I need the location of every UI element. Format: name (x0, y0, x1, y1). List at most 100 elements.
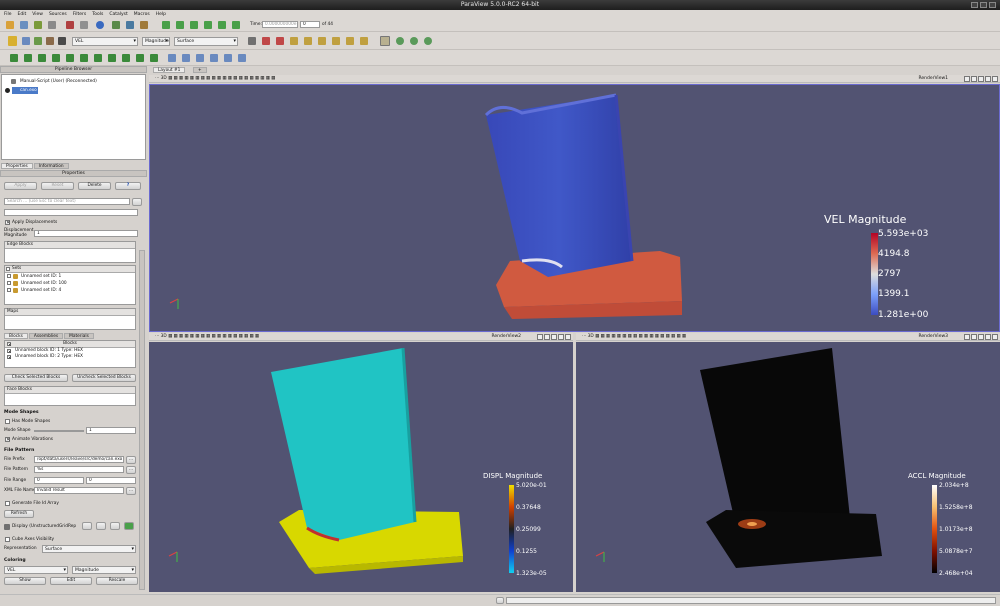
rotate-minus-90-icon[interactable] (360, 37, 368, 45)
representation-select[interactable]: Surface (42, 545, 136, 553)
macro-icon[interactable] (112, 21, 120, 29)
set-view-plus-x-icon[interactable] (262, 37, 270, 45)
color-array-combo[interactable]: VEL (72, 37, 138, 46)
warp-vector-filter-icon[interactable] (122, 54, 130, 62)
representation-combo[interactable]: Surface (174, 37, 238, 46)
displacement-magnitude-input[interactable]: 1 (34, 230, 138, 237)
menu-view[interactable]: View (32, 12, 43, 17)
calculator-filter-icon[interactable] (10, 54, 18, 62)
mode-shape-slider[interactable] (34, 430, 84, 432)
edit-color-map-icon[interactable] (22, 37, 30, 45)
menu-edit[interactable]: Edit (18, 12, 27, 17)
menu-tools[interactable]: Tools (92, 12, 103, 17)
check-selected-blocks-button[interactable]: Check Selected Blocks (4, 374, 68, 382)
menu-catalyst[interactable]: Catalyst (109, 12, 127, 17)
close-button[interactable] (989, 2, 996, 8)
property-combo-strip[interactable] (4, 209, 138, 216)
spreadsheet-icon[interactable] (196, 54, 204, 62)
pipeline-server-item[interactable]: Manual-Script (User) (Reconnected) (20, 79, 97, 84)
generate-file-id-checkbox[interactable] (5, 501, 10, 506)
menu-macros[interactable]: Macros (134, 12, 150, 17)
face-blocks-list[interactable]: Face Blocks (4, 386, 136, 406)
menu-help[interactable]: Help (156, 12, 166, 17)
file-prefix-browse-button[interactable]: … (126, 456, 136, 464)
disconnect-icon[interactable] (48, 21, 56, 29)
set-view-minus-z-icon[interactable] (332, 37, 340, 45)
view2-buttons[interactable] (537, 334, 571, 340)
rotate-90-icon[interactable] (346, 37, 354, 45)
time-index-spinbox[interactable]: 0 (300, 21, 320, 28)
file-range-start-input[interactable]: 0 (34, 477, 84, 484)
tab-assemblies[interactable]: Assemblies (28, 333, 64, 339)
display-copy-button[interactable] (82, 522, 92, 530)
view1-buttons[interactable] (964, 76, 998, 82)
center-axes-icon[interactable] (396, 37, 404, 45)
view3-buttons[interactable] (964, 334, 998, 340)
save-state-icon[interactable] (20, 21, 28, 29)
display-save-button[interactable] (124, 522, 134, 530)
xml-file-browse-button[interactable]: … (126, 487, 136, 495)
list-item[interactable]: Unnamed set ID: 100 (5, 280, 135, 287)
menu-sources[interactable]: Sources (49, 12, 67, 17)
tab-properties[interactable]: Properties (1, 163, 33, 169)
previous-frame-icon[interactable] (176, 21, 184, 29)
contour-filter-icon[interactable] (24, 54, 32, 62)
set-view-plus-y-icon[interactable] (290, 37, 298, 45)
tab-blocks[interactable]: Blocks (4, 333, 28, 339)
display-paste-button[interactable] (96, 522, 106, 530)
extract-subset-filter-icon[interactable] (80, 54, 88, 62)
file-prefix-input[interactable]: /opt/data/users/leave/src/demo/can.exo (34, 456, 124, 463)
edge-blocks-list[interactable]: Edge Blocks (4, 241, 136, 263)
camera-link-icon[interactable] (210, 54, 218, 62)
apply-displacements-checkbox[interactable]: ✕ (5, 220, 10, 226)
set-view-minus-y-icon[interactable] (304, 37, 312, 45)
rescale-custom-icon[interactable] (46, 37, 54, 45)
display-restore-button[interactable] (110, 522, 120, 530)
slice-filter-icon[interactable] (52, 54, 60, 62)
render-view-3[interactable]: ACCL Magnitude 2.034e+8 1.5258e+8 1.0173… (576, 342, 1000, 592)
tab-layout-1[interactable]: Layout #1 (153, 67, 186, 73)
animation-icon[interactable] (238, 54, 246, 62)
open-icon[interactable] (6, 21, 14, 29)
list-item[interactable]: ✕ Unnamed block ID: 2 Type: HEX (5, 354, 135, 360)
reset-button[interactable]: Reset (41, 182, 74, 190)
blocks-list[interactable]: ✕ Blocks ✕ Unnamed block ID: 1 Type: HEX … (4, 340, 136, 368)
render-view-1[interactable]: VEL Magnitude 5.593e+03 4194.8 2797 1399… (149, 84, 1000, 332)
file-pattern-input[interactable]: %s (34, 466, 124, 473)
maximize-button[interactable] (980, 2, 987, 8)
undo-icon[interactable] (66, 21, 74, 29)
extract-level-filter-icon[interactable] (150, 54, 158, 62)
rescale-range-icon[interactable] (34, 37, 42, 45)
file-range-end-input[interactable]: 0 (86, 477, 136, 484)
new-layout-tab[interactable]: + (193, 67, 207, 73)
loop-icon[interactable] (232, 21, 240, 29)
file-pattern-browse-button[interactable]: … (126, 466, 136, 474)
reset-center-icon[interactable] (424, 37, 432, 45)
toggle-color-legend-icon[interactable] (8, 36, 17, 46)
tab-information[interactable]: Information (33, 163, 69, 169)
blocks-all-checkbox[interactable]: ✕ (7, 342, 11, 347)
memory-inspector-button[interactable] (496, 597, 504, 604)
rescale-visible-icon[interactable] (58, 37, 66, 45)
refresh-button[interactable]: Refresh (4, 510, 34, 518)
tab-materials[interactable]: Materials (64, 333, 94, 339)
next-frame-icon[interactable] (204, 21, 212, 29)
reset-camera-icon[interactable] (248, 37, 256, 45)
threshold-filter-icon[interactable] (66, 54, 74, 62)
last-frame-icon[interactable] (218, 21, 226, 29)
render-view-2[interactable]: DISPL Magnitude 5.020e-01 0.37648 0.2509… (149, 342, 573, 592)
mode-shape-input[interactable]: 1 (86, 427, 136, 434)
set-view-plus-z-icon[interactable] (318, 37, 326, 45)
pick-center-icon[interactable] (410, 37, 418, 45)
animate-vibrations-checkbox[interactable]: ✕ (5, 437, 10, 443)
list-item[interactable]: Unnamed set ID: 1 (5, 273, 135, 280)
color-component-combo[interactable]: Magnitude (142, 37, 170, 46)
has-mode-shapes-checkbox[interactable] (5, 419, 10, 424)
query-icon[interactable] (168, 54, 176, 62)
menu-filters[interactable]: Filters (73, 12, 87, 17)
time-value-field[interactable]: 0.000000000e+00 (262, 21, 298, 28)
python-shell-icon[interactable] (126, 21, 134, 29)
list-item[interactable]: Unnamed set ID: 4 (5, 287, 135, 294)
coloring-component-select[interactable]: Magnitude (72, 566, 136, 574)
maps-list[interactable]: Maps (4, 308, 136, 330)
